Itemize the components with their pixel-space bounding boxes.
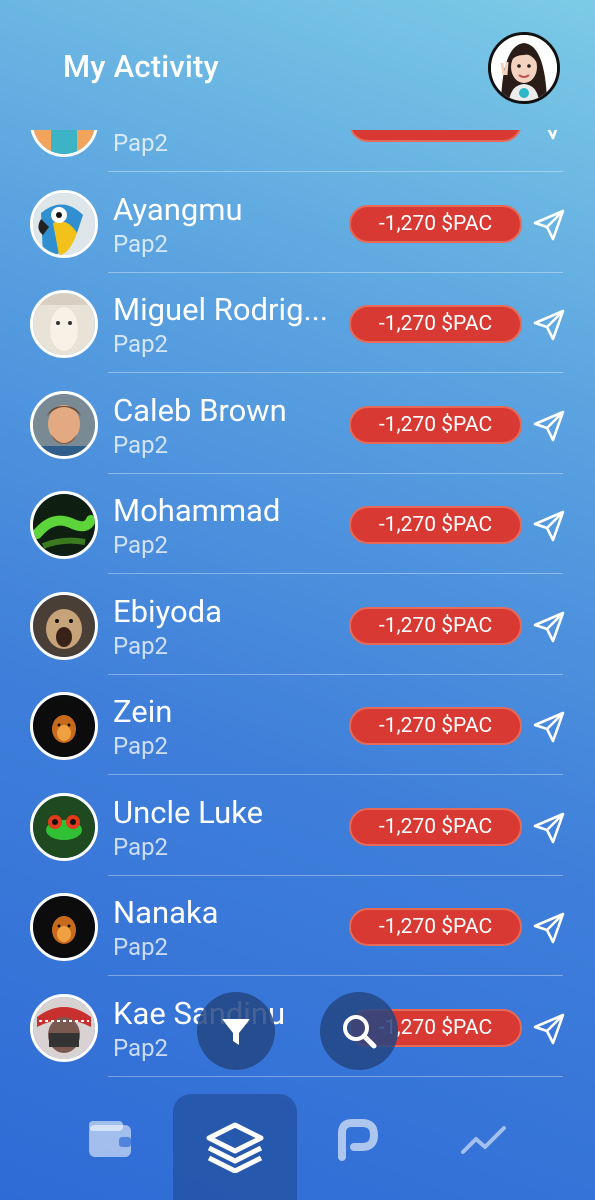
nav-pac[interactable] xyxy=(296,1078,420,1200)
send-icon[interactable] xyxy=(532,409,566,443)
activity-list[interactable]: Pap2 Ayangmu Pap2 -1,270 $PAC Miguel Rodrig.… xyxy=(0,130,595,1080)
amount-badge: -1,270 $PAC xyxy=(349,606,522,645)
amount-badge: -1,270 $PAC xyxy=(349,707,522,745)
contact-subtitle: Pap2 xyxy=(113,330,169,358)
amount-badge: -1,270 $PAC xyxy=(349,908,522,946)
header: My Activity xyxy=(0,0,595,130)
avatar xyxy=(30,491,98,559)
send-icon[interactable] xyxy=(532,308,566,342)
send-icon[interactable] xyxy=(532,130,566,141)
send-icon[interactable] xyxy=(532,710,566,744)
send-icon[interactable] xyxy=(532,811,566,845)
pac-logo-icon xyxy=(338,1119,379,1161)
nav-wallet[interactable] xyxy=(48,1078,172,1200)
activity-row[interactable]: Nanaka Pap2 -1,270 $PAC xyxy=(0,876,595,976)
filter-button[interactable] xyxy=(197,992,275,1070)
activity-row[interactable]: Miguel Rodrig... Pap2 -1,270 $PAC xyxy=(0,273,595,373)
trend-icon xyxy=(461,1126,506,1154)
amount-badge: -1,270 $PAC xyxy=(349,807,522,846)
amount-badge: -1,270 $PAC xyxy=(349,305,522,343)
send-icon[interactable] xyxy=(532,208,566,242)
layers-icon xyxy=(206,1122,264,1173)
wallet-icon xyxy=(89,1121,131,1157)
contact-name: Miguel Rodrig... xyxy=(113,291,329,328)
search-button[interactable] xyxy=(320,992,398,1070)
contact-subtitle: Pap2 xyxy=(113,531,169,559)
nav-activity[interactable] xyxy=(173,1094,297,1200)
row-divider xyxy=(108,1075,563,1077)
avatar xyxy=(30,792,98,861)
nav-stats[interactable] xyxy=(422,1078,546,1200)
contact-name: Nanaka xyxy=(113,894,219,931)
activity-row[interactable]: Kae Sandinu Pap2 -1,270 $PAC xyxy=(0,977,595,1077)
contact-subtitle: Pap2 xyxy=(113,1033,169,1062)
contact-name: Zein xyxy=(113,693,173,730)
page-title: My Activity xyxy=(63,48,219,85)
profile-avatar[interactable] xyxy=(488,32,560,104)
contact-name: Ebiyoda xyxy=(113,592,223,630)
avatar xyxy=(30,130,98,157)
amount-badge xyxy=(349,130,522,142)
contact-subtitle: Pap2 xyxy=(113,229,169,258)
amount-badge: -1,270 $PAC xyxy=(349,506,522,544)
bottom-nav xyxy=(0,1078,595,1200)
contact-name: Caleb Brown xyxy=(113,391,287,429)
avatar xyxy=(30,993,98,1062)
activity-row[interactable]: Ebiyoda Pap2 -1,270 $PAC xyxy=(0,575,595,675)
activity-row[interactable]: Uncle Luke Pap2 -1,270 $PAC xyxy=(0,776,595,876)
avatar xyxy=(30,189,98,258)
send-icon[interactable] xyxy=(532,509,566,543)
activity-row[interactable]: Pap2 xyxy=(0,130,595,172)
contact-subtitle: Pap2 xyxy=(113,732,169,760)
contact-subtitle: Pap2 xyxy=(113,631,169,660)
avatar xyxy=(30,591,98,660)
send-icon[interactable] xyxy=(532,610,566,644)
contact-name: Mohammad xyxy=(113,492,281,529)
contact-subtitle: Pap2 xyxy=(113,832,169,861)
avatar xyxy=(30,290,98,358)
contact-subtitle: Pap2 xyxy=(113,933,169,961)
amount-badge: -1,270 $PAC xyxy=(349,405,522,444)
activity-row[interactable]: Zein Pap2 -1,270 $PAC xyxy=(0,675,595,775)
contact-subtitle: Pap2 xyxy=(113,130,169,157)
search-icon xyxy=(343,1015,377,1049)
send-icon[interactable] xyxy=(532,1012,566,1046)
avatar xyxy=(30,692,98,760)
amount-badge: -1,270 $PAC xyxy=(349,204,522,243)
contact-name: Ayangmu xyxy=(113,190,243,228)
contact-subtitle: Pap2 xyxy=(113,430,169,459)
filter-icon xyxy=(222,1019,250,1045)
activity-row[interactable]: Caleb Brown Pap2 -1,270 $PAC xyxy=(0,374,595,474)
avatar xyxy=(30,390,98,459)
avatar xyxy=(30,893,98,961)
activity-row[interactable]: Mohammad Pap2 -1,270 $PAC xyxy=(0,474,595,574)
activity-row[interactable]: Ayangmu Pap2 -1,270 $PAC xyxy=(0,173,595,273)
send-icon[interactable] xyxy=(532,911,566,945)
contact-name: Uncle Luke xyxy=(113,793,264,831)
